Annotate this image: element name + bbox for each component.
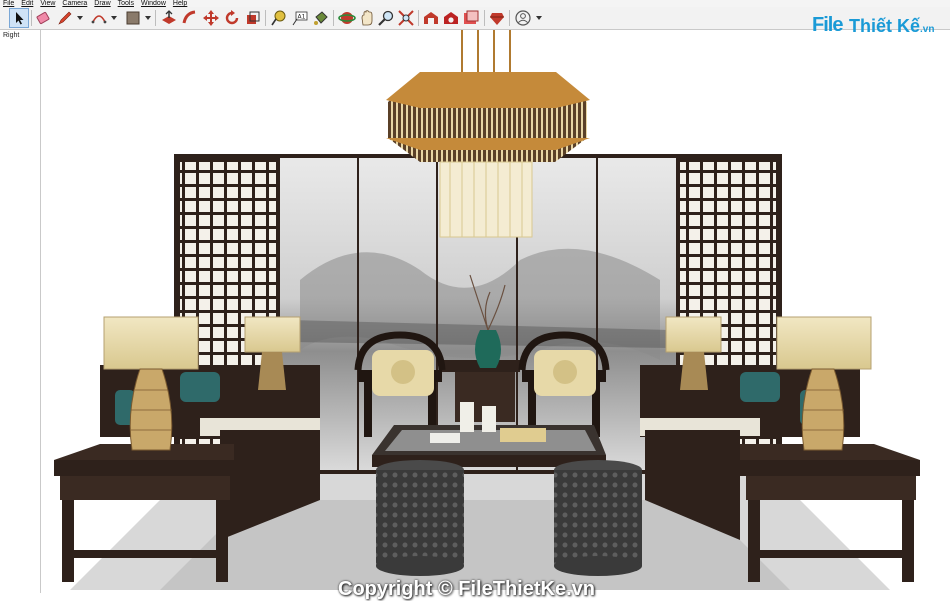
eraser-icon[interactable] xyxy=(34,9,52,27)
modeling-viewport[interactable]: Right Copyright © FileThietKe.vn xyxy=(0,30,950,600)
arc-icon[interactable] xyxy=(90,9,108,27)
menu-tools[interactable]: Tools xyxy=(115,0,138,7)
logo-name-text: Thiết Kế.vn xyxy=(849,16,934,37)
follow-me-icon[interactable] xyxy=(181,9,199,27)
menu-view[interactable]: View xyxy=(37,0,59,7)
toolbar: A1 xyxy=(0,7,950,30)
shape-dropdown-caret[interactable] xyxy=(145,16,151,20)
copyright-watermark: Copyright © FileThietKe.vn xyxy=(338,578,595,600)
3d-scene xyxy=(54,30,920,590)
orbit-icon[interactable] xyxy=(338,9,356,27)
push-pull-icon[interactable] xyxy=(160,9,178,27)
text-icon[interactable]: A1 xyxy=(291,9,309,27)
toolbar-separator xyxy=(509,10,510,26)
pan-icon[interactable] xyxy=(358,9,376,27)
menu-camera[interactable]: Camera xyxy=(59,0,91,7)
toolbar-separator xyxy=(31,10,32,26)
select-icon[interactable] xyxy=(9,8,29,28)
move-icon[interactable] xyxy=(202,9,220,27)
svg-text:A1: A1 xyxy=(298,14,306,21)
account-icon[interactable] xyxy=(514,9,532,27)
account-dropdown-caret[interactable] xyxy=(536,16,542,20)
toolbar-separator xyxy=(155,10,156,26)
toolbar-separator xyxy=(333,10,334,26)
green-vase xyxy=(475,330,501,368)
rotate-icon[interactable] xyxy=(223,9,241,27)
toolbar-separator xyxy=(484,10,485,26)
warehouse-icon[interactable] xyxy=(422,9,440,27)
toolbar-separator xyxy=(418,10,419,26)
menu-draw[interactable]: Draw xyxy=(91,0,114,7)
extension-warehouse-icon[interactable] xyxy=(442,9,460,27)
menu-bar: File Edit View Camera Draw Tools Window Help xyxy=(0,0,950,7)
menu-file[interactable]: File xyxy=(0,0,18,7)
scale-icon[interactable] xyxy=(244,9,262,27)
layout-icon[interactable] xyxy=(462,9,480,27)
logo-name: Thiết Kế xyxy=(849,16,921,36)
tape-measure-icon[interactable] xyxy=(270,9,288,27)
menu-window[interactable]: Window xyxy=(138,0,170,7)
pencil-icon[interactable] xyxy=(56,9,74,27)
logo-file-text: File xyxy=(812,14,843,36)
drum-stool-right xyxy=(554,460,642,576)
menu-help[interactable]: Help xyxy=(170,0,191,7)
zoom-extents-icon[interactable] xyxy=(397,9,415,27)
paint-bucket-icon[interactable] xyxy=(312,9,330,27)
arc-dropdown-caret[interactable] xyxy=(111,16,117,20)
toolbar-separator xyxy=(265,10,266,26)
shape-icon[interactable] xyxy=(124,9,142,27)
menu-edit[interactable]: Edit xyxy=(18,0,37,7)
ruby-icon[interactable] xyxy=(488,9,506,27)
zoom-icon[interactable] xyxy=(377,9,395,27)
drum-stool-left xyxy=(376,460,464,576)
logo-tld: .vn xyxy=(920,24,935,35)
pencil-dropdown-caret[interactable] xyxy=(77,16,83,20)
